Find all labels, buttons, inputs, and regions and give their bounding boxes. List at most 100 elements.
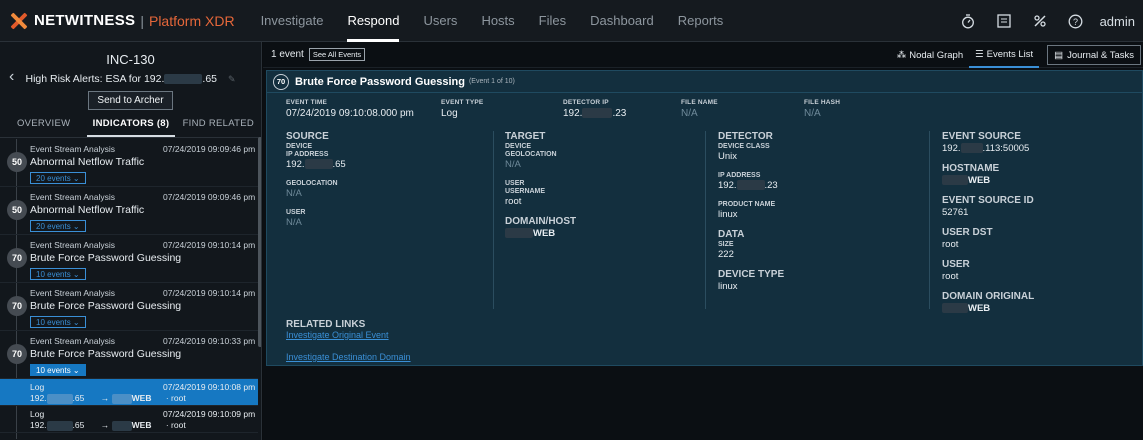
domain-original-value: WEB — [942, 303, 1142, 314]
nav-dashboard[interactable]: Dashboard — [578, 0, 666, 42]
events-toolbar: 1 event See All Events ⁂ Nodal Graph ☰ Eve… — [263, 42, 1143, 68]
ip-suffix: .113:50005 — [982, 143, 1030, 154]
nav-hosts[interactable]: Hosts — [469, 0, 526, 42]
indicator-name: Abnormal Netflow Traffic — [30, 156, 145, 168]
incident-title-suffix: .65 — [202, 73, 218, 85]
meta-value: N/A — [804, 108, 821, 119]
risk-score-badge: 50 — [7, 152, 27, 172]
investigate-original-event-link[interactable]: Investigate Original Event — [286, 330, 411, 340]
field-heading: DATA — [718, 229, 745, 240]
meta-label: FILE NAME — [681, 99, 718, 106]
event-detail-title[interactable]: 70 Brute Force Password Guessing (Event … — [267, 71, 1142, 93]
event-src-prefix: 192. — [30, 420, 47, 430]
ip-prefix: 192. — [563, 108, 583, 119]
list-item[interactable]: 70 Event Stream Analysis 07/24/2019 09:1… — [0, 283, 258, 331]
event-time: 07/24/2019 09:10:08 pm — [163, 382, 256, 392]
risk-score-badge: 70 — [7, 344, 27, 364]
event-row-selected[interactable]: Log 07/24/2019 09:10:08 pm 192. .65 → WEB… — [0, 379, 258, 406]
see-all-events-button[interactable]: See All Events — [308, 48, 366, 61]
help-icon[interactable]: ? — [1058, 0, 1094, 42]
redacted-host — [505, 228, 533, 239]
indicator-name: Brute Force Password Guessing — [30, 252, 182, 264]
meta-value: 192. .23 — [563, 108, 626, 119]
detector-section: DETECTOR DEVICE CLASS Unix IP ADDRESS 19… — [718, 131, 918, 292]
indicator-name: Brute Force Password Guessing — [30, 300, 182, 312]
ip-suffix: .23 — [764, 180, 778, 191]
meta-label: EVENT TYPE — [441, 99, 484, 106]
event-row[interactable]: Log 07/24/2019 09:10:09 pm 192. .65 → WEB… — [0, 406, 258, 433]
user-menu[interactable]: admin — [1094, 14, 1143, 29]
redacted-ip — [304, 159, 333, 170]
detector-size: 222 — [718, 249, 734, 260]
notes-icon[interactable] — [986, 0, 1022, 42]
list-item[interactable]: 50 Event Stream Analysis 07/24/2019 09:0… — [0, 187, 258, 235]
section-heading: TARGET — [505, 131, 546, 142]
event-user: · root — [165, 420, 186, 430]
indicator-list: 50 Event Stream Analysis 07/24/2019 09:0… — [0, 139, 258, 439]
event-source-value: 192. .113:50005 — [942, 143, 1142, 154]
nodal-graph-button[interactable]: ⁂ Nodal Graph — [891, 42, 969, 68]
redacted-host — [942, 175, 968, 186]
hostname: WEB — [968, 175, 991, 186]
ip-prefix: 192. — [942, 143, 961, 154]
nav-reports[interactable]: Reports — [666, 0, 736, 42]
events-toggle-button[interactable]: 10 events ⌄ — [30, 364, 86, 376]
incident-title-prefix: High Risk Alerts: ESA for 192. — [25, 73, 165, 85]
list-icon: ☰ — [975, 48, 984, 60]
meta-event-type: EVENT TYPE Log — [441, 99, 483, 119]
tab-indicators[interactable]: INDICATORS (8) — [87, 113, 175, 137]
back-arrow-icon[interactable]: ‹ — [9, 68, 14, 86]
meta-file-name: FILE NAME N/A — [681, 99, 718, 119]
logo[interactable]: NETWITNESS | Platform XDR — [10, 0, 235, 42]
investigate-destination-domain-link[interactable]: Investigate Destination Domain — [286, 352, 411, 362]
indicator-name: Brute Force Password Guessing — [30, 348, 182, 360]
indicator-name: Abnormal Netflow Traffic — [30, 204, 145, 216]
redacted-ip — [736, 180, 765, 191]
indicator-time: 07/24/2019 09:09:46 pm — [163, 144, 256, 154]
tools-icon[interactable] — [1022, 0, 1058, 42]
events-toggle-button[interactable]: 20 events ⌄ — [30, 172, 86, 184]
detector-product: linux — [718, 209, 738, 220]
list-item[interactable]: 70 Event Stream Analysis 07/24/2019 09:1… — [0, 331, 258, 379]
field-label: USER — [505, 180, 525, 187]
scrollbar[interactable] — [258, 137, 261, 347]
column-divider — [929, 131, 930, 309]
redacted-host — [942, 303, 968, 314]
events-toggle-button[interactable]: 10 events ⌄ — [30, 268, 86, 280]
send-to-archer-button[interactable]: Send to Archer — [88, 91, 173, 110]
field-label: DEVICE — [286, 143, 313, 150]
list-item[interactable]: 50 Event Stream Analysis 07/24/2019 09:0… — [0, 139, 258, 187]
user-dst: root — [942, 239, 959, 250]
tab-overview[interactable]: OVERVIEW — [0, 113, 87, 137]
domain-value: WEB — [533, 228, 556, 239]
tab-find-related[interactable]: FIND RELATED — [175, 113, 261, 137]
section-heading: EVENT SOURCE — [942, 131, 1021, 142]
field-heading: USER — [942, 259, 970, 270]
section-heading: RELATED LINKS — [286, 319, 366, 330]
nav-files[interactable]: Files — [527, 0, 578, 42]
target-username: root — [505, 196, 522, 207]
nav-investigate[interactable]: Investigate — [249, 0, 336, 42]
main-nav: Investigate Respond Users Hosts Files Da… — [249, 0, 736, 42]
meta-value: Log — [441, 108, 458, 119]
graph-icon: ⁂ — [896, 49, 907, 61]
nav-respond[interactable]: Respond — [335, 0, 411, 42]
detector-ip: 192. .23 — [718, 180, 918, 191]
timer-icon[interactable] — [950, 0, 986, 42]
journal-tasks-button[interactable]: ▤ Journal & Tasks — [1047, 45, 1141, 65]
events-toggle-button[interactable]: 20 events ⌄ — [30, 220, 86, 232]
list-item[interactable]: 70 Event Stream Analysis 07/24/2019 09:1… — [0, 235, 258, 283]
indicator-time: 07/24/2019 09:10:14 pm — [163, 288, 256, 298]
nav-users[interactable]: Users — [411, 0, 469, 42]
incident-title[interactable]: High Risk Alerts: ESA for 192. .65 ✎ — [0, 73, 261, 85]
events-list-button[interactable]: ☰ Events List — [969, 42, 1040, 68]
redacted-ip — [164, 74, 203, 85]
journal-icon: ▤ — [1054, 49, 1064, 61]
events-toggle-button[interactable]: 10 events ⌄ — [30, 316, 86, 328]
indicator-time: 07/24/2019 09:10:14 pm — [163, 240, 256, 250]
event-src-prefix: 192. — [30, 393, 47, 403]
source-geo: N/A — [286, 188, 302, 199]
event-source-id: 52761 — [942, 207, 969, 218]
risk-score-badge: 70 — [7, 296, 27, 316]
edit-icon[interactable]: ✎ — [228, 74, 236, 84]
